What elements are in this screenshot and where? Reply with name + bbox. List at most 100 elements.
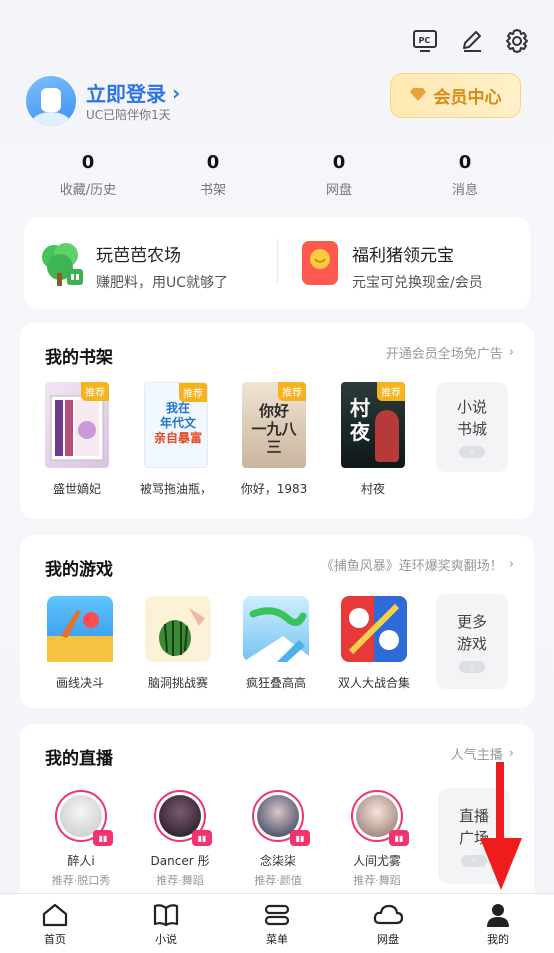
user-subtitle: UC已陪伴你1天: [86, 108, 171, 122]
stat-label: 收藏/历史: [59, 183, 117, 198]
nav-cloud[interactable]: 网盘: [348, 902, 428, 947]
nav-label: 菜单: [266, 933, 288, 946]
edit-icon[interactable]: [457, 26, 487, 56]
nav-home[interactable]: 首页: [15, 902, 95, 947]
live-item[interactable]: ▮▮ 人间尤雾 推荐·舞蹈: [332, 790, 422, 888]
game-icon: [47, 596, 113, 662]
user-icon: [458, 902, 538, 928]
stat-label: 网盘: [325, 183, 352, 198]
game-name: 双人大战合集: [337, 676, 410, 690]
red-envelope-icon: [302, 241, 338, 285]
nav-label: 首页: [44, 933, 66, 946]
more-label: 《捕鱼风暴》连环爆奖爽翻场！: [320, 559, 503, 574]
promo-pig[interactable]: 福利猪领元宝 元宝可兑换现金/会员: [352, 241, 483, 292]
live-item[interactable]: ▮▮ 念柒柒 推荐·颜值: [233, 790, 323, 888]
stat-value: 0: [206, 152, 220, 173]
game-name: 疯狂叠高高: [245, 676, 306, 690]
nav-label: 小说: [155, 933, 177, 946]
more-label: 人气主播: [450, 748, 503, 763]
book-icon: [126, 902, 206, 928]
games-more-link[interactable]: 《捕鱼风暴》连环爆奖爽翻场！ ›: [321, 555, 514, 574]
cloud-icon: [348, 902, 428, 928]
games-card: 我的游戏 《捕鱼风暴》连环爆奖爽翻场！ › 画线决斗 脑洞挑战赛 疯狂叠高高 双人…: [20, 535, 534, 708]
book-cover: 村夜 推荐: [341, 382, 405, 468]
home-icon: [15, 902, 95, 928]
book-item[interactable]: 村夜 推荐 村夜: [328, 382, 418, 497]
game-item[interactable]: 画线决斗: [35, 596, 125, 691]
vip-center-button[interactable]: 会员中心: [390, 73, 521, 118]
section-title: 我的游戏: [45, 560, 113, 580]
book-cover: 我在 年代文 亲自暴富 推荐: [144, 382, 208, 468]
streamer-category: 推荐·舞蹈: [156, 874, 204, 887]
streamer-name: 念柒柒: [259, 854, 296, 868]
bottom-nav: 首页 小说 菜单 网盘 我的: [0, 893, 554, 953]
promo-farm[interactable]: 玩芭芭农场 赚肥料，用UC就够了: [96, 241, 228, 292]
nav-label: 网盘: [377, 933, 399, 946]
nav-menu[interactable]: 菜单: [237, 902, 317, 947]
streamer-name: 人间尤雾: [352, 854, 401, 868]
game-item[interactable]: 疯狂叠高高: [231, 596, 321, 691]
book-title: 盛世嫡妃: [52, 482, 101, 496]
more-box-label: 书城: [456, 420, 487, 438]
stat-cloud[interactable]: 0 网盘: [284, 152, 394, 198]
nav-mine[interactable]: 我的: [458, 902, 538, 947]
vip-label: 会员中心: [433, 88, 502, 108]
chevron-right-icon: ›: [508, 557, 514, 572]
novel-store-button[interactable]: 小说 书城 ›: [436, 382, 508, 472]
book-item[interactable]: 推荐 盛世嫡妃: [32, 382, 122, 497]
streamer-category: 推荐·舞蹈: [353, 874, 401, 887]
stat-favorites[interactable]: 0 收藏/历史: [33, 152, 143, 198]
stat-label: 消息: [451, 183, 478, 198]
more-box-label: 更多: [456, 612, 487, 631]
live-icon: ▮▮: [93, 830, 113, 846]
streamer-avatar: ▮▮: [351, 790, 409, 846]
stat-value: 0: [458, 152, 472, 173]
bookshelf-more-link[interactable]: 开通会员全场免广告 ›: [386, 343, 514, 362]
promo-card: 玩芭芭农场 赚肥料，用UC就够了 福利猪领元宝 元宝可兑换现金/会员: [24, 217, 530, 309]
live-more-link[interactable]: 人气主播 ›: [451, 744, 514, 763]
game-item[interactable]: 双人大战合集: [329, 596, 419, 691]
stat-messages[interactable]: 0 消息: [410, 152, 520, 198]
live-card: 我的直播 人气主播 › ▮▮ 醉人i 推荐·脱口秀 ▮▮ Dancer 彤 推荐·…: [20, 724, 534, 894]
streamer-name: 醉人i: [67, 854, 95, 868]
live-item[interactable]: ▮▮ Dancer 彤 推荐·舞蹈: [135, 790, 225, 888]
divider: [277, 239, 278, 285]
streamer-avatar: ▮▮: [55, 790, 113, 846]
game-name: 画线决斗: [55, 676, 104, 690]
pc-icon[interactable]: PC: [410, 26, 440, 56]
login-button[interactable]: 立即登录 ›: [86, 78, 180, 107]
red-arrow-annotation: [478, 762, 524, 892]
bookshelf-card: 我的书架 开通会员全场免广告 › 推荐 盛世嫡妃 我在 年代文 亲自暴富 推荐 被骂拖…: [20, 323, 534, 519]
stat-value: 0: [332, 152, 346, 173]
more-games-button[interactable]: 更多 游戏 ›: [436, 594, 508, 689]
more-box-label: 游戏: [456, 634, 487, 653]
menu-icon: [237, 902, 317, 928]
book-item[interactable]: 你好 一九八三 推荐 你好，1983: [229, 382, 319, 497]
streamer-name: Dancer 彤: [150, 854, 210, 868]
promo-title: 玩芭芭农场: [96, 246, 181, 266]
section-title: 我的直播: [45, 749, 113, 769]
game-icon: [145, 596, 211, 662]
stat-label: 书架: [199, 183, 226, 198]
section-title: 我的书架: [45, 348, 113, 368]
more-label: 开通会员全场免广告: [385, 347, 503, 362]
nav-novel[interactable]: 小说: [126, 902, 206, 947]
game-item[interactable]: 脑洞挑战赛: [133, 596, 223, 691]
book-item[interactable]: 我在 年代文 亲自暴富 推荐 被骂拖油瓶，: [131, 382, 221, 497]
chevron-right-icon: ›: [508, 345, 514, 360]
avatar[interactable]: [26, 76, 76, 126]
more-box-label: 小说: [456, 398, 487, 416]
live-icon: ▮▮: [192, 830, 212, 846]
gear-icon[interactable]: [502, 26, 532, 56]
diamond-icon: [409, 86, 426, 106]
streamer-category: 推荐·颜值: [254, 874, 302, 887]
promo-subtitle: 元宝可兑换现金/会员: [352, 275, 483, 291]
recommend-badge: 推荐: [377, 382, 405, 401]
stat-bookshelf[interactable]: 0 书架: [158, 152, 268, 198]
stat-value: 0: [81, 152, 95, 173]
live-icon: ▮▮: [290, 830, 310, 846]
live-icon: ▮▮: [389, 830, 409, 846]
login-label: 立即登录: [86, 82, 166, 106]
game-name: 脑洞挑战赛: [147, 676, 208, 690]
live-item[interactable]: ▮▮ 醉人i 推荐·脱口秀: [36, 790, 126, 888]
